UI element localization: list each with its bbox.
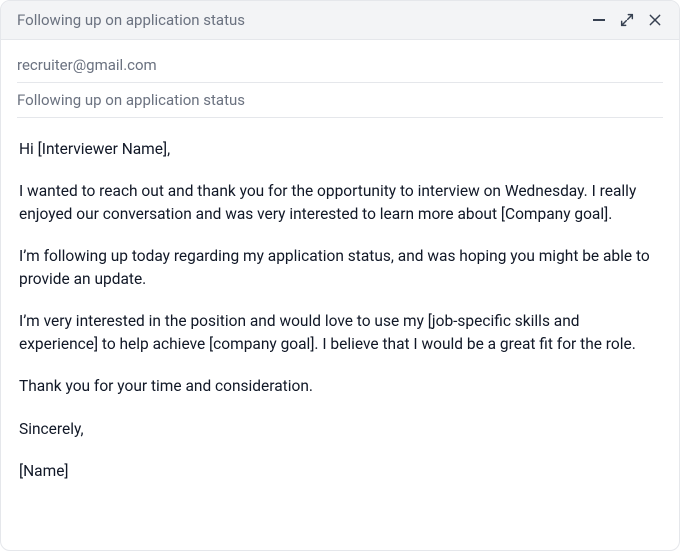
close-icon: [647, 12, 663, 28]
body-paragraph: Thank you for your time and consideratio…: [19, 375, 661, 397]
window-controls: [591, 12, 663, 28]
expand-icon: [619, 12, 635, 28]
close-button[interactable]: [647, 12, 663, 28]
expand-button[interactable]: [619, 12, 635, 28]
header-fields: recruiter@gmail.com Following up on appl…: [1, 40, 679, 118]
body-paragraph: I’m very interested in the position and …: [19, 310, 661, 355]
body-paragraph: Sincerely,: [19, 418, 661, 440]
minimize-button[interactable]: [591, 12, 607, 28]
subject-field[interactable]: Following up on application status: [17, 83, 663, 118]
minimize-icon: [593, 19, 605, 21]
body-paragraph: I wanted to reach out and thank you for …: [19, 180, 661, 225]
title-bar: Following up on application status: [1, 1, 679, 40]
window-title: Following up on application status: [17, 11, 245, 29]
compose-window: Following up on application status: [0, 0, 680, 551]
body-paragraph: I’m following up today regarding my appl…: [19, 245, 661, 290]
to-field[interactable]: recruiter@gmail.com: [17, 48, 663, 83]
body-paragraph: [Name]: [19, 460, 661, 482]
body-paragraph: Hi [Interviewer Name],: [19, 138, 661, 160]
message-body[interactable]: Hi [Interviewer Name], I wanted to reach…: [1, 118, 679, 550]
